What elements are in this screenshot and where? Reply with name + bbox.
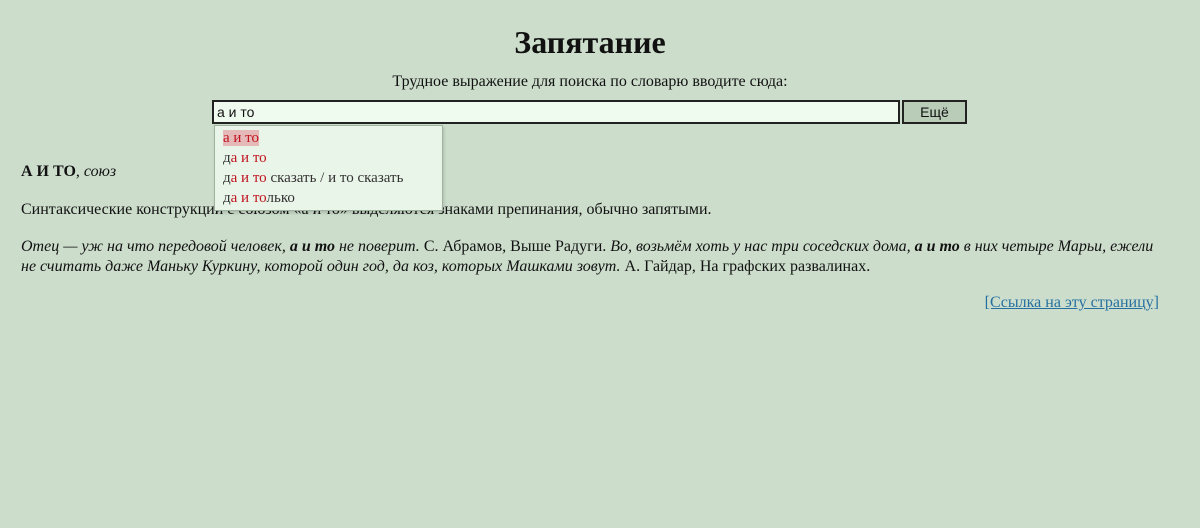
example-text: Отец — уж на что передовой человек,	[21, 238, 290, 255]
suggestion-match: а и то	[230, 150, 267, 166]
example-keyword: а и то	[289, 238, 335, 255]
entry-part-of-speech: союз	[83, 163, 117, 180]
example-source: С. Абрамов, Выше Радуги.	[419, 238, 611, 255]
page-title: Запятание	[514, 24, 666, 60]
search-prompt: Трудное выражение для поиска по словарю …	[392, 73, 788, 90]
suggestion-item[interactable]: да и то сказать / и то сказать	[215, 168, 442, 188]
suggestion-match: а и то	[223, 130, 260, 146]
entry-definition: Синтаксические конструкции с союзом «а и…	[21, 201, 712, 218]
suggestion-prefix: д	[223, 190, 231, 206]
suggestion-prefix: д	[223, 150, 231, 166]
suggestion-suffix: лько	[266, 190, 295, 206]
suggestion-prefix: д	[223, 170, 231, 186]
suggestion-suffix: сказать / и то сказать	[266, 170, 404, 186]
example-keyword: а и то	[914, 238, 960, 255]
example-source: А. Гайдар, На графских развалинах.	[620, 258, 871, 275]
entry-examples: Отец — уж на что передовой человек, а и …	[21, 237, 1161, 277]
entry-headword: А И ТО	[21, 163, 76, 180]
suggestion-match: а и то	[230, 170, 267, 186]
suggestion-item[interactable]: да и только	[215, 188, 442, 208]
suggestion-item[interactable]: а и то	[215, 128, 442, 148]
search-input[interactable]	[212, 100, 900, 124]
search-button[interactable]: Ещё	[902, 100, 967, 124]
autocomplete-dropdown: а и то да и то да и то сказать / и то ск…	[214, 125, 443, 211]
example-text: не поверит.	[334, 238, 420, 255]
permalink-link[interactable]: [Ссылка на эту страницу]	[985, 294, 1159, 311]
entry-heading: А И ТО, союз	[21, 162, 1161, 182]
example-text: Во, возьмём хоть у нас три соседских дом…	[610, 238, 915, 255]
suggestion-item[interactable]: да и то	[215, 148, 442, 168]
permalink-row: [Ссылка на эту страницу]	[985, 294, 1159, 312]
entry-separator: ,	[75, 163, 84, 180]
suggestion-match: а и то	[230, 190, 267, 206]
